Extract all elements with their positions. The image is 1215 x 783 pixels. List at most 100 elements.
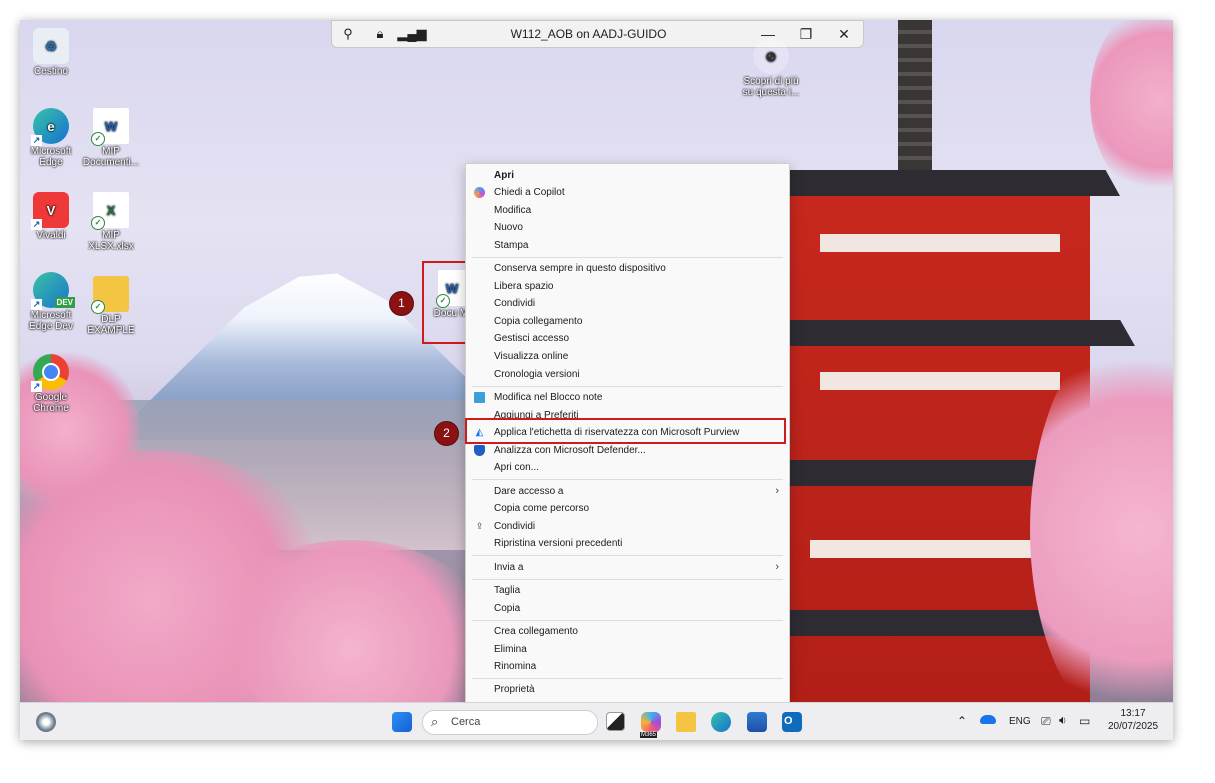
menu-item-label: Visualizza online [494, 351, 569, 362]
edge-taskbar-icon[interactable] [711, 712, 731, 732]
language-indicator[interactable]: ENG [1009, 716, 1031, 727]
desktop-icon-recycle-bin[interactable]: ♻ Cestino [20, 28, 82, 77]
desktop-icon-label: Scopri di più su questa i... [742, 76, 800, 98]
menu-item-label: Modifica [494, 205, 532, 216]
clock-time: 13:17 [1120, 708, 1146, 719]
chevron-right-icon: › [775, 561, 779, 573]
shortcut-arrow-icon: ↗ [31, 381, 42, 392]
menu-item-taglia[interactable]: Taglia [466, 582, 789, 599]
menu-item-copia-percorso[interactable]: Copia come percorso [466, 500, 789, 517]
menu-item-copilot[interactable]: Chiedi a Copilot [466, 184, 789, 201]
shortcut-arrow-icon: ↗ [31, 299, 42, 310]
desktop-icon-mip-xlsx[interactable]: X ✓ MIP XLSX.xlsx [80, 192, 142, 252]
widgets-icon[interactable] [36, 712, 56, 732]
store-icon[interactable] [747, 712, 767, 732]
folder-icon: ✓ [91, 276, 129, 314]
annotation-badge-1: 1 [389, 291, 414, 316]
desktop-icon-label: Vivaldi [36, 230, 66, 241]
pin-off-icon[interactable]: ⚲ [332, 26, 364, 42]
search-icon: ⌕ [431, 714, 439, 729]
close-button[interactable]: ✕ [825, 26, 863, 43]
menu-item-label: Conserva sempre in questo dispositivo [494, 263, 666, 274]
menu-item-proprieta[interactable]: Proprietà [466, 681, 789, 698]
synced-check-icon: ✓ [91, 132, 105, 146]
pagoda-wall [820, 372, 1060, 390]
menu-item-rinomina[interactable]: Rinomina [466, 658, 789, 675]
menu-separator [472, 479, 783, 480]
desktop-icon-edge-dev[interactable]: DEV ↗ Microsoft Edge Dev [20, 272, 82, 332]
vivaldi-icon: V ↗ [31, 192, 69, 230]
lock-icon[interactable]: 🔒︎ [364, 26, 396, 42]
chrome-icon: ↗ [31, 354, 69, 392]
synced-check-icon: ✓ [91, 300, 105, 314]
menu-item-label: Copia come percorso [494, 503, 590, 514]
menu-item-conserva[interactable]: Conserva sempre in questo dispositivo [466, 260, 789, 277]
menu-item-gestisci-accesso[interactable]: Gestisci accesso [466, 330, 789, 347]
m365-icon[interactable]: M365 [640, 712, 661, 738]
task-view-icon[interactable] [606, 712, 625, 731]
pagoda-wall [810, 540, 1060, 558]
menu-item-stampa[interactable]: Stampa [466, 237, 789, 254]
menu-item-label: Gestisci accesso [494, 333, 570, 344]
menu-item-copia-collegamento[interactable]: Copia collegamento [466, 313, 789, 330]
clock[interactable]: 13:17 20/07/2025 [1100, 707, 1166, 733]
shortcut-arrow-icon: ↗ [31, 135, 42, 146]
menu-item-defender[interactable]: Analizza con Microsoft Defender... [466, 442, 789, 459]
copilot-icon [474, 187, 485, 198]
volume-icon[interactable]: 🔉︎ [1059, 713, 1067, 728]
remote-desktop-frame: ⚲ 🔒︎ ▂▄▆ W112_AOB on AADJ-GUIDO — ❐ ✕ ♻ … [20, 20, 1173, 740]
menu-item-label: Elimina [494, 644, 527, 655]
file-explorer-icon[interactable] [676, 712, 696, 732]
menu-item-crea-collegamento[interactable]: Crea collegamento [466, 623, 789, 640]
pagoda-wall [820, 234, 1060, 252]
signal-bars-icon[interactable]: ▂▄▆ [396, 26, 428, 42]
desktop-icon-chrome[interactable]: ↗ Google Chrome [20, 354, 82, 414]
menu-separator [472, 678, 783, 679]
chevron-up-icon[interactable]: ⌃ [957, 714, 967, 728]
desktop-icon-label: MIP XLSX.xlsx [88, 230, 134, 252]
menu-item-label: Proprietà [494, 684, 535, 695]
desktop-icon-learn-more[interactable]: ⊘ Scopri di più su questa i... [740, 38, 802, 98]
excel-doc-icon: X ✓ [91, 192, 129, 230]
learn-more-icon: ⊘ [753, 38, 789, 74]
edge-icon: e ↗ [31, 108, 69, 146]
menu-item-visualizza-online[interactable]: Visualizza online [466, 348, 789, 365]
network-icon[interactable]: ⎚ [1041, 714, 1051, 729]
menu-item-label: Libera spazio [494, 281, 554, 292]
onedrive-icon[interactable] [980, 715, 996, 724]
desktop-icon-label: Cestino [34, 66, 68, 77]
menu-item-cronologia-versioni[interactable]: Cronologia versioni [466, 366, 789, 383]
desktop-icon-vivaldi[interactable]: V ↗ Vivaldi [20, 192, 82, 241]
menu-item-copia[interactable]: Copia [466, 600, 789, 617]
battery-icon[interactable]: ▭ [1079, 714, 1090, 728]
menu-item-condividi[interactable]: ⇪ Condividi [466, 518, 789, 535]
menu-item-label: Ripristina versioni precedenti [494, 538, 623, 549]
remote-session-title: W112_AOB on AADJ-GUIDO [510, 27, 667, 41]
taskbar: ⌕ Cerca M365 O ⌃ ENG ⎚ 🔉︎ ▭ 13:17 20/07/… [20, 702, 1173, 740]
desktop-icon-label: Google Chrome [33, 392, 69, 414]
menu-item-condividi-onedrive[interactable]: Condividi [466, 295, 789, 312]
desktop-icon-dlp-example[interactable]: ✓ DLP EXAMPLE [80, 276, 142, 336]
menu-item-dare-accesso[interactable]: Dare accesso a › [466, 483, 789, 500]
windows-start-icon[interactable] [392, 712, 412, 732]
annotation-box-2 [465, 418, 786, 444]
search-input[interactable]: ⌕ Cerca [422, 710, 598, 735]
menu-separator [472, 620, 783, 621]
menu-item-label: Copia [494, 603, 521, 614]
menu-item-label: Analizza con Microsoft Defender... [494, 445, 646, 456]
menu-item-elimina[interactable]: Elimina [466, 641, 789, 658]
outlook-icon[interactable]: O [782, 712, 802, 732]
menu-item-modifica[interactable]: Modifica [466, 202, 789, 219]
menu-item-apri-con[interactable]: Apri con... [466, 459, 789, 476]
menu-item-label: Apri [494, 170, 514, 181]
menu-item-blocco-note[interactable]: Modifica nel Blocco note [466, 389, 789, 406]
desktop-icon-edge[interactable]: e ↗ Microsoft Edge [20, 108, 82, 168]
menu-item-apri[interactable]: Apri [466, 167, 789, 184]
desktop-icon-label: DLP EXAMPLE [87, 314, 135, 336]
menu-item-ripristina-versioni[interactable]: Ripristina versioni precedenti [466, 535, 789, 552]
menu-item-invia-a[interactable]: Invia a › [466, 559, 789, 576]
menu-item-libera-spazio[interactable]: Libera spazio [466, 278, 789, 295]
menu-item-nuovo[interactable]: Nuovo [466, 219, 789, 236]
desktop-icon-mip-documenti[interactable]: W ✓ MIP Documenti... [80, 108, 142, 168]
edge-dev-icon: DEV ↗ [31, 272, 75, 310]
